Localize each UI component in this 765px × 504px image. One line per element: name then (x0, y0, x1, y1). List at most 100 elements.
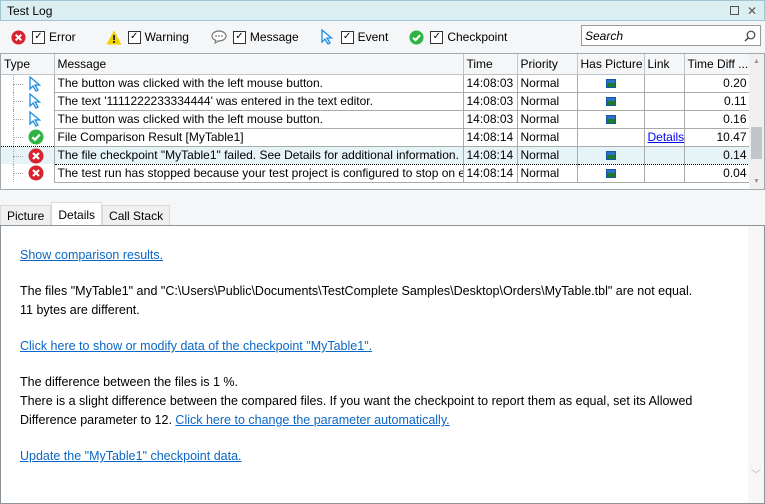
search-box[interactable] (581, 25, 761, 46)
log-row[interactable]: The test run has stopped because your te… (1, 164, 751, 183)
chevron-down-icon[interactable]: ﹀ (751, 466, 761, 485)
show-comparison-results-link[interactable]: Show comparison results. (20, 248, 163, 262)
has-picture-cell (577, 164, 645, 183)
close-button[interactable]: ✕ (746, 3, 758, 18)
detail-tabs: Picture Details Call Stack (0, 202, 171, 226)
column-header-message[interactable]: Message (54, 54, 464, 75)
log-row[interactable]: The text '1111222233334444' was entered … (1, 92, 751, 111)
type-cell (1, 145, 55, 164)
column-header-time[interactable]: Time (463, 54, 518, 75)
time-cell: 14:08:14 (463, 145, 518, 165)
scroll-down-icon[interactable]: ▼ (753, 178, 760, 185)
has-picture-cell (577, 74, 645, 93)
filter-error[interactable]: ✓ Error (10, 29, 76, 45)
message-icon (211, 29, 227, 45)
message-cell: The button was clicked with the left mou… (54, 74, 464, 93)
link-cell (644, 110, 685, 129)
priority-cell: Normal (517, 145, 578, 165)
priority-cell: Normal (517, 74, 578, 93)
details-vertical-scrollbar[interactable]: ﹀ (748, 226, 764, 503)
restore-button[interactable] (728, 5, 740, 17)
type-cell (1, 110, 55, 128)
time-diff-cell: 0.14 (684, 145, 751, 165)
header-row: Type Message Time Priority Has Picture L… (1, 54, 751, 75)
time-diff-cell: 10.47 (684, 128, 751, 147)
grid-vertical-scrollbar[interactable]: ▲ ▼ (749, 54, 764, 189)
has-picture-cell (577, 110, 645, 129)
picture-icon[interactable] (605, 97, 616, 107)
log-table: Type Message Time Priority Has Picture L… (1, 54, 751, 183)
time-diff-cell: 0.04 (684, 164, 751, 183)
column-header-link[interactable]: Link (644, 54, 685, 75)
time-cell: 14:08:03 (463, 110, 518, 129)
link-cell (644, 92, 685, 111)
filter-event[interactable]: ✓ Event (319, 29, 389, 45)
log-row[interactable]: File Comparison Result [MyTable1] 14:08:1… (1, 128, 751, 147)
update-checkpoint-link[interactable]: Update the "MyTable1" checkpoint data. (20, 449, 242, 463)
log-row[interactable]: The button was clicked with the left mou… (1, 110, 751, 129)
close-icon: ✕ (746, 3, 758, 18)
checkpoint-icon (408, 29, 424, 45)
link-cell (644, 145, 685, 165)
error-icon (28, 165, 44, 181)
details-link[interactable]: Details (648, 130, 684, 144)
picture-icon[interactable] (605, 151, 616, 161)
scrollbar-thumb[interactable] (751, 127, 762, 159)
search-input[interactable] (585, 28, 735, 43)
files-not-equal-text: The files "MyTable1" and "C:\Users\Publi… (20, 284, 693, 317)
message-cell: File Comparison Result [MyTable1] (54, 128, 464, 147)
picture-icon[interactable] (605, 115, 616, 125)
priority-cell: Normal (517, 128, 578, 147)
tab-details[interactable]: Details (51, 202, 103, 226)
tab-call-stack[interactable]: Call Stack (102, 205, 171, 226)
tab-label: Details (58, 207, 96, 222)
link-cell (644, 164, 685, 183)
event-cursor-icon (28, 110, 44, 127)
has-picture-cell (577, 145, 645, 165)
message-checkbox[interactable]: ✓ (232, 30, 246, 44)
warning-checkbox[interactable]: ✓ (127, 30, 141, 44)
picture-icon[interactable] (605, 79, 616, 89)
time-cell: 14:08:03 (463, 74, 518, 93)
panel-titlebar: Test Log ✕ (0, 0, 765, 21)
modify-checkpoint-link[interactable]: Click here to show or modify data of the… (20, 339, 372, 353)
has-picture-cell (577, 128, 645, 147)
difference-percent-text: The difference between the files is 1 %. (20, 375, 238, 389)
column-header-time-diff[interactable]: Time Diff ... (684, 54, 751, 75)
log-row[interactable]: The button was clicked with the left mou… (1, 74, 751, 93)
restore-icon (729, 6, 739, 15)
link-cell (644, 74, 685, 93)
search-icon[interactable] (744, 30, 756, 42)
type-cell (1, 164, 55, 182)
change-parameter-link[interactable]: Click here to change the parameter autom… (175, 413, 449, 427)
column-header-type[interactable]: Type (1, 54, 55, 75)
checkpoint-checkbox[interactable]: ✓ (430, 30, 444, 44)
time-cell: 14:08:14 (463, 128, 518, 147)
message-cell: The button was clicked with the left mou… (54, 110, 464, 129)
filter-label: Warning (144, 30, 189, 44)
type-cell (1, 92, 55, 110)
time-diff-cell: 0.11 (684, 92, 751, 111)
scroll-up-icon[interactable]: ▲ (753, 58, 760, 65)
warning-icon (106, 29, 122, 45)
message-cell: The file checkpoint "MyTable1" failed. S… (54, 145, 464, 165)
priority-cell: Normal (517, 164, 578, 183)
type-cell (1, 128, 55, 146)
filter-checkpoint[interactable]: ✓ Checkpoint (408, 29, 507, 45)
tab-picture[interactable]: Picture (0, 205, 52, 226)
log-row[interactable]: The file checkpoint "MyTable1" failed. S… (1, 145, 751, 165)
filter-message[interactable]: ✓ Message (211, 29, 299, 45)
type-cell (1, 74, 55, 92)
panel-title: Test Log (7, 3, 53, 18)
column-header-priority[interactable]: Priority (517, 54, 578, 75)
log-grid: Type Message Time Priority Has Picture L… (0, 53, 765, 190)
priority-cell: Normal (517, 110, 578, 129)
event-checkbox[interactable]: ✓ (340, 30, 354, 44)
time-cell: 14:08:14 (463, 164, 518, 183)
filter-warning[interactable]: ✓ Warning (106, 29, 189, 45)
checkpoint-icon (28, 129, 44, 145)
picture-icon[interactable] (605, 169, 616, 179)
column-header-has-picture[interactable]: Has Picture (577, 54, 645, 75)
error-checkbox[interactable]: ✓ (32, 30, 45, 44)
filter-label: Event (357, 30, 389, 44)
